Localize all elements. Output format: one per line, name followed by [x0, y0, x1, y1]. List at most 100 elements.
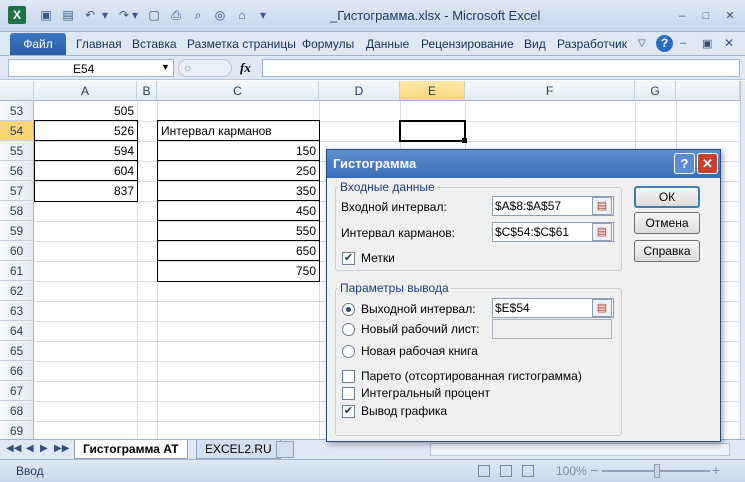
- row-header[interactable]: 63: [0, 301, 34, 321]
- chart-output-checkbox[interactable]: ✔: [342, 405, 355, 418]
- collapse-dialog-icon[interactable]: ▤: [592, 299, 612, 317]
- workbook-minimize-icon[interactable]: –: [680, 37, 686, 49]
- row-header[interactable]: 53: [0, 101, 34, 121]
- tab-developer[interactable]: Разработчик: [557, 37, 627, 51]
- cell-a53[interactable]: 505: [34, 101, 137, 121]
- sheet-tab-excel2ru[interactable]: EXCEL2.RU: [196, 440, 281, 459]
- cell-c59[interactable]: 550: [157, 220, 320, 241]
- workbook-restore-icon[interactable]: ▣: [702, 37, 712, 50]
- home-icon[interactable]: ⌂: [234, 7, 250, 23]
- name-box[interactable]: E54 ▼: [8, 59, 174, 77]
- row-header[interactable]: 59: [0, 221, 34, 241]
- column-header-g[interactable]: G: [635, 81, 676, 101]
- cell-a55[interactable]: 594: [34, 140, 138, 161]
- vertical-scrollbar[interactable]: [740, 81, 745, 439]
- row-header[interactable]: 62: [0, 281, 34, 301]
- insert-sheet-icon[interactable]: [276, 441, 294, 458]
- ok-button[interactable]: ОК: [634, 186, 700, 208]
- cell-a54[interactable]: 526: [34, 120, 138, 141]
- page-layout-view-icon[interactable]: [500, 465, 512, 477]
- cell-c60[interactable]: 650: [157, 240, 320, 261]
- output-range-radio[interactable]: [342, 303, 355, 316]
- minimize-button[interactable]: –: [672, 8, 692, 24]
- row-header[interactable]: 60: [0, 241, 34, 261]
- cell-c61[interactable]: 750: [157, 260, 320, 282]
- cell-c56[interactable]: 250: [157, 160, 320, 181]
- column-header-d[interactable]: D: [319, 81, 400, 101]
- cell-c58[interactable]: 450: [157, 200, 320, 221]
- redo-dropdown-icon[interactable]: ▾: [130, 7, 140, 23]
- save-icon[interactable]: ▣: [38, 7, 54, 23]
- zoom-icon[interactable]: ⌕: [190, 7, 206, 23]
- row-header[interactable]: 58: [0, 201, 34, 221]
- first-sheet-icon[interactable]: ◀◀: [6, 443, 21, 454]
- cell-c55[interactable]: 150: [157, 140, 320, 161]
- tab-data[interactable]: Данные: [366, 37, 409, 51]
- tab-insert[interactable]: Вставка: [132, 37, 177, 51]
- tab-page-layout[interactable]: Разметка страницы: [187, 37, 296, 51]
- cell-c57[interactable]: 350: [157, 180, 320, 201]
- ribbon-collapse-icon[interactable]: ▽: [638, 38, 646, 49]
- cell-c54[interactable]: Интервал карманов: [157, 120, 320, 141]
- normal-view-icon[interactable]: [478, 465, 490, 477]
- workbook-close-icon[interactable]: ✕: [724, 36, 734, 50]
- column-header-e[interactable]: E: [400, 81, 465, 101]
- row-header[interactable]: 66: [0, 361, 34, 381]
- new-sheet-radio[interactable]: [342, 323, 355, 336]
- row-header[interactable]: 56: [0, 161, 34, 181]
- help-icon[interactable]: ?: [656, 35, 673, 52]
- cell-a56[interactable]: 604: [34, 160, 138, 181]
- zoom-level[interactable]: 100%: [556, 464, 587, 478]
- last-sheet-icon[interactable]: ▶▶: [54, 443, 69, 454]
- save-as-icon[interactable]: ▤: [60, 7, 76, 23]
- row-header[interactable]: 64: [0, 321, 34, 341]
- zoom-in-icon[interactable]: +: [712, 462, 720, 478]
- tab-home[interactable]: Главная: [76, 37, 122, 51]
- chevron-down-icon[interactable]: ▼: [161, 62, 170, 72]
- excel-app-icon[interactable]: X: [8, 6, 26, 24]
- cancel-formula-icon[interactable]: ○: [184, 61, 191, 75]
- undo-dropdown-icon[interactable]: ▾: [100, 7, 110, 23]
- horizontal-scrollbar[interactable]: [430, 443, 730, 456]
- collapse-dialog-icon[interactable]: ▤: [592, 223, 612, 241]
- customize-qat-icon[interactable]: ▾: [258, 7, 268, 23]
- print-preview-icon[interactable]: ▢: [146, 7, 162, 23]
- labels-checkbox[interactable]: ✔: [342, 252, 355, 265]
- tab-view[interactable]: Вид: [524, 37, 546, 51]
- help-question-icon[interactable]: ?: [674, 153, 695, 174]
- column-header-f[interactable]: F: [465, 81, 635, 101]
- column-header-c[interactable]: C: [157, 81, 319, 101]
- cell-a57[interactable]: 837: [34, 180, 138, 202]
- print-icon[interactable]: ⎙: [168, 7, 184, 23]
- row-header[interactable]: 54: [0, 121, 34, 141]
- row-header[interactable]: 57: [0, 181, 34, 201]
- tab-review[interactable]: Рецензирование: [421, 37, 514, 51]
- active-cell-e54[interactable]: [399, 120, 466, 142]
- row-header[interactable]: 68: [0, 401, 34, 421]
- row-header[interactable]: 67: [0, 381, 34, 401]
- help-button[interactable]: Справка: [634, 240, 700, 262]
- new-book-radio[interactable]: [342, 345, 355, 358]
- pareto-checkbox[interactable]: [342, 370, 355, 383]
- prev-sheet-icon[interactable]: ◀: [26, 443, 34, 454]
- select-all-corner[interactable]: [0, 81, 34, 101]
- circle-icon[interactable]: ◎: [212, 7, 228, 23]
- maximize-button[interactable]: □: [696, 8, 716, 24]
- page-break-view-icon[interactable]: [522, 465, 534, 477]
- column-header-h[interactable]: [676, 81, 740, 101]
- tab-formulas[interactable]: Формулы: [302, 37, 354, 51]
- next-sheet-icon[interactable]: ▶: [40, 443, 48, 454]
- close-button[interactable]: ✕: [720, 8, 740, 24]
- tab-file[interactable]: Файл: [10, 33, 66, 55]
- cumulative-percent-checkbox[interactable]: [342, 387, 355, 400]
- collapse-dialog-icon[interactable]: ▤: [592, 197, 612, 215]
- row-header[interactable]: 69: [0, 421, 34, 439]
- column-header-b[interactable]: B: [137, 81, 157, 101]
- new-sheet-field[interactable]: [492, 319, 612, 339]
- formula-input[interactable]: [262, 59, 740, 77]
- sheet-tab-histogram[interactable]: Гистограмма АТ: [74, 440, 188, 459]
- zoom-out-icon[interactable]: −: [590, 462, 598, 478]
- cancel-button[interactable]: Отмена: [634, 212, 700, 234]
- zoom-slider-thumb[interactable]: [654, 464, 660, 478]
- fill-handle[interactable]: [462, 138, 467, 143]
